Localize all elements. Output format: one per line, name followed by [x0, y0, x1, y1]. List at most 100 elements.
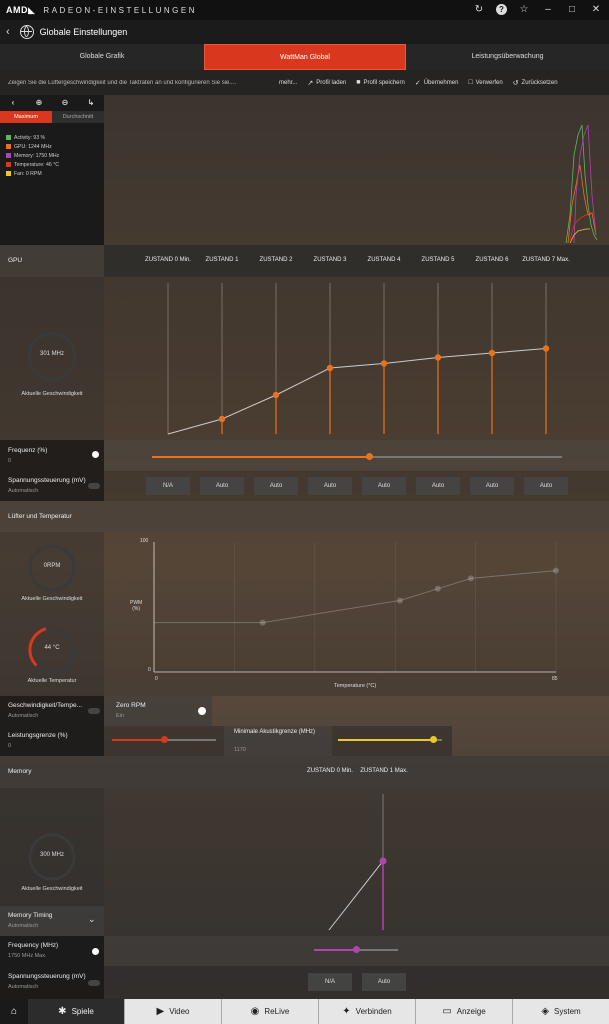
- acoustic-limit-slider[interactable]: [338, 736, 442, 744]
- legend-temperature[interactable]: Temperature: 46 °C: [6, 160, 104, 169]
- fan-curve-point[interactable]: [434, 585, 441, 592]
- gpu-voltage-label-cell: Spannungssteuerung (mV) Automatisch: [0, 471, 104, 501]
- gpu-voltage-toggle[interactable]: [88, 483, 100, 489]
- nav-home[interactable]: ⌂: [0, 999, 28, 1024]
- gpu-state-point[interactable]: [434, 354, 442, 361]
- collapse-arrow-icon[interactable]: ‹: [0, 98, 26, 107]
- fan-speed-toggle[interactable]: [88, 708, 100, 714]
- memory-timing-label: Memory Timing: [8, 912, 53, 919]
- segment-maximum[interactable]: Maximum: [0, 111, 52, 123]
- gpu-voltage-cell-1[interactable]: Auto: [200, 477, 244, 495]
- gpu-state-point[interactable]: [218, 415, 226, 423]
- gpu-curve-chart[interactable]: [104, 277, 609, 440]
- zoom-in-icon[interactable]: ⊕: [26, 98, 52, 107]
- fan-curve-point[interactable]: [259, 619, 266, 626]
- apply-button[interactable]: ✓ Übernehmen: [415, 79, 459, 87]
- nav-anzeige-label: Anzeige: [456, 1007, 486, 1016]
- nav-relive[interactable]: ◉ ReLive: [222, 999, 319, 1024]
- legend-memory[interactable]: Memory: 1750 MHz: [6, 151, 104, 160]
- legend-fan[interactable]: Fan: 0 RPM: [6, 169, 104, 178]
- zero-rpm-cell: Zero RPM Ein: [104, 696, 212, 726]
- slider-fill: [314, 949, 356, 951]
- tab-wattman-global[interactable]: WattMan Global: [204, 44, 406, 70]
- gpu-frequency-toggle[interactable]: [92, 451, 99, 458]
- fan-rpm-gauge: 0RPM Aktuelle Geschwindigkeit: [21, 542, 83, 602]
- gpu-state-point[interactable]: [272, 391, 280, 399]
- memory-gauge: 300 MHz Aktuelle Geschwindigkeit: [21, 830, 83, 892]
- fan-curve-point[interactable]: [467, 575, 474, 582]
- memory-state-point[interactable]: [379, 857, 387, 865]
- slider-knob[interactable]: [352, 946, 360, 953]
- close-icon[interactable]: ✕: [589, 3, 603, 17]
- memory-frequency-slider[interactable]: [314, 946, 398, 954]
- legend-activity[interactable]: Activity: 93 %: [6, 133, 104, 142]
- fan-line: [569, 228, 590, 244]
- back-icon[interactable]: ‹: [6, 26, 10, 38]
- load-profile-button[interactable]: ↗ Profil laden: [307, 79, 346, 87]
- reset-view-icon[interactable]: ↳: [78, 98, 104, 107]
- nav-verbinden[interactable]: ✦ Verbinden: [319, 999, 416, 1024]
- power-limit-slider[interactable]: [112, 736, 216, 744]
- memory-voltage-toggle[interactable]: [88, 980, 100, 986]
- acoustic-slider-cell: [332, 726, 452, 756]
- gpu-voltage-cell-2[interactable]: Auto: [254, 477, 298, 495]
- memory-frequency-toggle[interactable]: [92, 948, 99, 955]
- memory-curve-chart[interactable]: [104, 788, 609, 936]
- fan-curve-point[interactable]: [553, 567, 559, 574]
- save-profile-label: Profil speichern: [363, 79, 405, 86]
- gpu-voltage-cell-5[interactable]: Auto: [416, 477, 460, 495]
- segment-average[interactable]: Durchschnitt: [52, 111, 104, 123]
- maximize-icon[interactable]: □: [565, 3, 579, 17]
- more-link[interactable]: mehr...: [279, 80, 297, 86]
- fan-speed-label-cell: Geschwindigkeit/Tempe... Automatisch: [0, 696, 104, 726]
- legend-label: Fan: 0 RPM: [14, 170, 42, 177]
- zero-rpm-toggle[interactable]: [198, 707, 206, 715]
- memory-voltage-cell-1[interactable]: Auto: [362, 973, 406, 991]
- star-icon[interactable]: ☆: [517, 3, 531, 17]
- discard-button[interactable]: □ Verwerfen: [468, 79, 502, 86]
- home-icon: ⌂: [10, 1006, 18, 1017]
- slider-knob[interactable]: [430, 736, 438, 743]
- gpu-state-point[interactable]: [488, 349, 496, 357]
- memory-timing-cell[interactable]: Memory Timing Automatisch ⌄: [0, 906, 104, 936]
- fan-curve-point[interactable]: [396, 597, 403, 604]
- help-icon[interactable]: ?: [496, 4, 507, 15]
- relive-icon: ◉: [250, 1006, 260, 1017]
- refresh-icon[interactable]: ↻: [472, 3, 486, 17]
- gpu-voltage-cell-6[interactable]: Auto: [470, 477, 514, 495]
- gpu-state-4: ZUSTAND 4: [367, 257, 401, 263]
- gpu-state-point[interactable]: [380, 360, 388, 367]
- gpu-state-point[interactable]: [326, 364, 334, 372]
- slider-knob[interactable]: [365, 453, 373, 460]
- fan-curve-chart[interactable]: [104, 532, 609, 696]
- zoom-out-icon[interactable]: ⊖: [52, 98, 78, 107]
- nav-spiele[interactable]: ✱ Spiele: [28, 999, 125, 1024]
- gpu-voltage-label: Spannungssteuerung (mV): [8, 477, 86, 484]
- chevron-down-icon[interactable]: ⌄: [88, 914, 96, 925]
- save-profile-button[interactable]: ■ Profil speichern: [356, 79, 405, 86]
- tab-leistungsueberwachung[interactable]: Leistungsüberwachung: [406, 44, 609, 70]
- slider-knob[interactable]: [160, 736, 168, 743]
- minimize-icon[interactable]: –: [541, 3, 555, 17]
- load-profile-icon: ↗: [307, 79, 314, 87]
- gpu-voltage-cell-4[interactable]: Auto: [362, 477, 406, 495]
- fan-section-title: Lüfter und Temperatur: [8, 513, 72, 520]
- gpu-curve-panel: [104, 277, 609, 440]
- legend-label: Activity: 93 %: [14, 134, 46, 141]
- toolbar: Zeigen Sie die Lüftergeschwindigkeit und…: [0, 70, 609, 95]
- memory-voltage-cell-0[interactable]: N/A: [308, 973, 352, 991]
- gpu-voltage-cell-0[interactable]: N/A: [146, 477, 190, 495]
- gpu-frequency-slider[interactable]: [152, 453, 562, 461]
- tab-globale-grafik[interactable]: Globale Grafik: [0, 44, 204, 70]
- legend-gpu[interactable]: GPU: 1244 MHz: [6, 142, 104, 151]
- nav-video[interactable]: ▶ Video: [125, 999, 222, 1024]
- power-limit-label: Leistungsgrenze (%): [8, 732, 68, 739]
- gpu-state-point[interactable]: [542, 345, 550, 352]
- nav-system[interactable]: ◈ System: [513, 999, 609, 1024]
- gpu-voltage-cell-7[interactable]: Auto: [524, 477, 568, 495]
- gpu-voltage-cell-3[interactable]: Auto: [308, 477, 352, 495]
- nav-anzeige[interactable]: ▭ Anzeige: [416, 999, 513, 1024]
- memory-line: [573, 124, 597, 244]
- reset-button[interactable]: ↺ Zurücksetzen: [513, 79, 558, 87]
- fan-rpm-label: Aktuelle Geschwindigkeit: [21, 596, 83, 602]
